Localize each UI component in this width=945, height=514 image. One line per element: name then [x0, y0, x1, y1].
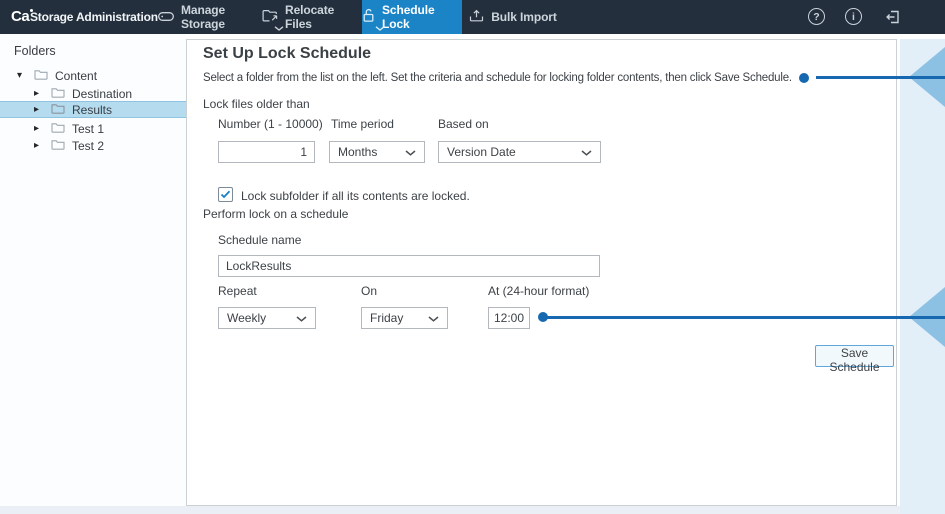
- tab-manage-storage[interactable]: Manage Storage: [158, 0, 262, 34]
- chevron-down-icon: [296, 311, 307, 325]
- at-label: At (24-hour format): [488, 284, 589, 298]
- info-icon[interactable]: i: [845, 8, 862, 25]
- time-period-select[interactable]: Months: [329, 141, 425, 163]
- subfolder-checkbox[interactable]: [218, 187, 233, 202]
- callout-line: [816, 76, 945, 79]
- sidebar-title: Folders: [14, 44, 56, 58]
- folder-label: Destination: [72, 87, 132, 101]
- save-schedule-button[interactable]: Save Schedule: [815, 345, 894, 367]
- bottom-strip: [0, 506, 945, 514]
- expand-arrow-icon[interactable]: ▸: [34, 124, 44, 134]
- lock-criteria-section-label: Lock files older than: [203, 97, 310, 111]
- folder-icon: [51, 139, 65, 153]
- storage-drive-icon: [158, 10, 174, 24]
- folder-icon: [51, 122, 65, 136]
- folder-item-test-2[interactable]: ▸ Test 2: [0, 137, 186, 154]
- repeat-value: Weekly: [227, 311, 266, 325]
- folder-item-destination[interactable]: ▸ Destination: [0, 85, 186, 102]
- open-lock-icon: [362, 8, 375, 26]
- app-title: Storage Administration: [30, 10, 158, 24]
- based-on-value: Version Date: [447, 145, 516, 159]
- folder-item-results[interactable]: ▸ Results: [0, 101, 186, 118]
- tab-label: Schedule Lock: [382, 3, 462, 31]
- chevron-down-icon: [274, 20, 284, 34]
- bulk-import-icon: [469, 9, 484, 25]
- tab-label: Bulk Import: [491, 10, 557, 24]
- callout-strip: [900, 39, 945, 514]
- help-icon[interactable]: ?: [808, 8, 825, 25]
- logout-icon[interactable]: [884, 9, 901, 30]
- tab-label: Relocate Files: [285, 3, 362, 31]
- folder-icon: [51, 87, 65, 101]
- folder-label: Content: [55, 69, 97, 83]
- folder-label: Test 1: [72, 122, 104, 136]
- schedule-section-label: Perform lock on a schedule: [203, 207, 348, 221]
- folder-label: Results: [72, 103, 112, 117]
- subfolder-checkbox-label: Lock subfolder if all its contents are l…: [241, 189, 470, 203]
- folder-icon: [34, 69, 48, 83]
- chevron-down-icon: [581, 145, 592, 159]
- folders-sidebar: Folders ▾ Content ▸ Destination ▸ Result…: [0, 34, 186, 506]
- folder-item-content[interactable]: ▾ Content: [0, 67, 186, 84]
- at-time-input[interactable]: [488, 307, 530, 329]
- folder-icon: [51, 103, 65, 117]
- schedule-name-input[interactable]: [218, 255, 600, 277]
- repeat-label: Repeat: [218, 284, 257, 298]
- time-period-label: Time period: [331, 117, 394, 131]
- folder-label: Test 2: [72, 139, 104, 153]
- checkmark-icon: [220, 186, 231, 204]
- time-period-value: Months: [338, 145, 377, 159]
- on-value: Friday: [370, 311, 403, 325]
- chevron-down-icon: [405, 145, 416, 159]
- based-on-label: Based on: [438, 117, 489, 131]
- expand-arrow-icon[interactable]: ▸: [34, 141, 44, 151]
- chevron-down-icon: [375, 20, 385, 34]
- description-callout: Select a folder from the list on the lef…: [203, 70, 945, 85]
- schedule-name-label: Schedule name: [218, 233, 301, 247]
- based-on-select[interactable]: Version Date: [438, 141, 601, 163]
- top-bar: Ca Storage Administration Manage Storage…: [0, 0, 945, 34]
- tab-schedule-lock[interactable]: Schedule Lock: [362, 0, 462, 34]
- tab-bulk-import[interactable]: Bulk Import: [462, 0, 564, 34]
- expand-arrow-icon[interactable]: ▾: [17, 71, 27, 81]
- number-label: Number (1 - 10000): [218, 117, 323, 131]
- page-description: Select a folder from the list on the lef…: [203, 72, 792, 84]
- callout-dot: [799, 73, 809, 83]
- on-select[interactable]: Friday: [361, 307, 448, 329]
- expand-arrow-icon[interactable]: ▸: [34, 89, 44, 99]
- page-title: Set Up Lock Schedule: [203, 45, 371, 63]
- lock-schedule-panel: Set Up Lock Schedule Lock files older th…: [186, 39, 897, 506]
- chevron-down-icon: [428, 311, 439, 325]
- callout-line: [543, 316, 945, 319]
- repeat-select[interactable]: Weekly: [218, 307, 316, 329]
- number-input[interactable]: [218, 141, 315, 163]
- tab-relocate-files[interactable]: Relocate Files: [262, 0, 362, 34]
- tab-label: Manage Storage: [181, 3, 262, 31]
- expand-arrow-icon[interactable]: ▸: [34, 105, 44, 115]
- folder-item-test-1[interactable]: ▸ Test 1: [0, 120, 186, 137]
- ca-logo-text: Ca: [11, 7, 29, 26]
- on-label: On: [361, 284, 377, 298]
